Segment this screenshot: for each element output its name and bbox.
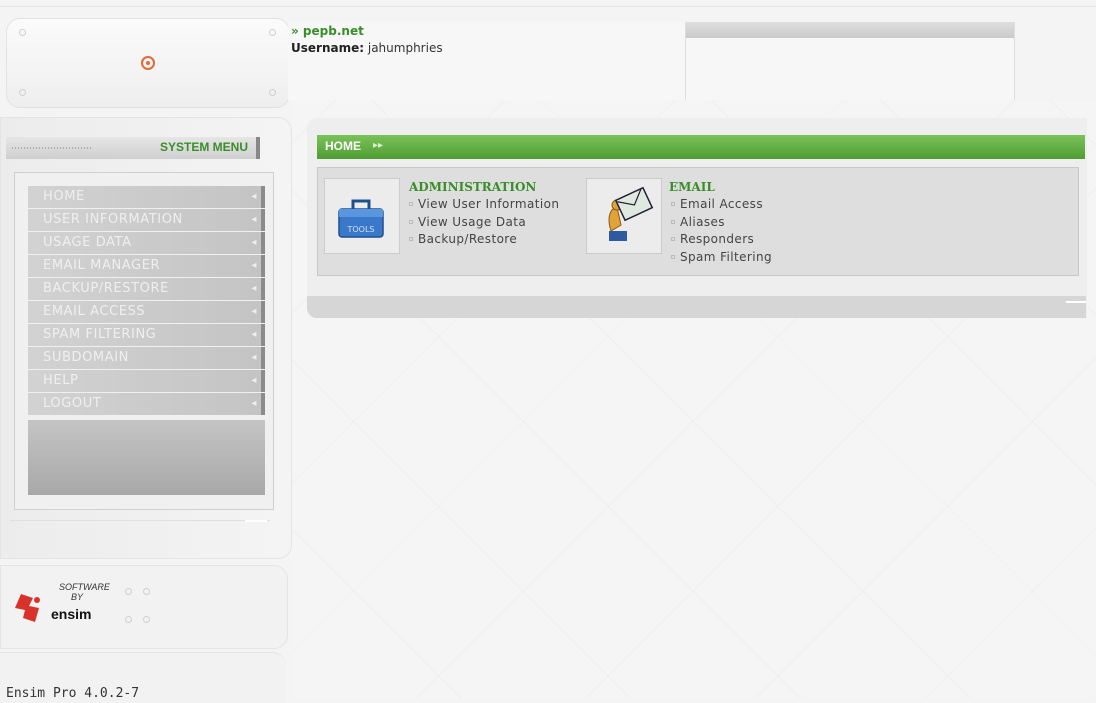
sidebar-item-logout[interactable]: LOGOUT: [28, 393, 265, 415]
svg-text:TOOLS: TOOLS: [346, 225, 374, 234]
main-footer-highlight: [1066, 301, 1086, 303]
account-header: » pepb.net Username: jahumphries: [288, 22, 686, 100]
top-divider: [0, 6, 1096, 7]
sidebar-item-email-access[interactable]: EMAIL ACCESS: [28, 301, 265, 323]
link-backup-restore[interactable]: Backup/Restore: [407, 231, 559, 249]
sidebar-item-backup-restore[interactable]: BACKUP/RESTORE: [28, 278, 265, 300]
email-tile[interactable]: [586, 178, 662, 254]
breadcrumb: HOME ▸▸: [317, 135, 1085, 159]
screw-icon: [143, 588, 150, 595]
site-name: » pepb.net: [291, 24, 364, 38]
breadcrumb-home[interactable]: HOME: [325, 139, 361, 153]
ensim-name: ensim: [51, 606, 92, 622]
header-right-panel: [686, 22, 1015, 100]
screw-icon: [125, 616, 132, 623]
administration-title[interactable]: ADMINISTRATION: [409, 180, 536, 194]
sidebar-item-spam-filtering[interactable]: SPAM FILTERING: [28, 324, 265, 346]
screw-icon: [19, 89, 26, 96]
link-view-usage-data[interactable]: View Usage Data: [407, 214, 559, 232]
username-label: Username:: [291, 41, 365, 55]
screw-icon: [269, 89, 276, 96]
administration-tile[interactable]: TOOLS: [324, 178, 400, 254]
ensim-logo[interactable]: SOFTWARE BY ensim: [11, 582, 121, 632]
link-responders[interactable]: Responders: [669, 231, 772, 249]
sidebar-item-help[interactable]: HELP: [28, 370, 265, 392]
administration-links: View User Information View Usage Data Ba…: [407, 196, 559, 249]
version-panel: Ensim Pro 4.0.2-7: [0, 652, 286, 703]
puzzle-icon: [15, 594, 40, 622]
email-links: Email Access Aliases Responders Spam Fil…: [669, 196, 772, 266]
username-line: Username: jahumphries: [291, 41, 443, 55]
sidebar-divider-highlight: [245, 520, 267, 522]
system-menu-title: SYSTEM MENU: [159, 140, 248, 154]
ensim-logo-icon[interactable]: [141, 56, 155, 70]
menu-filler: [28, 420, 265, 495]
version-text: Ensim Pro 4.0.2-7: [6, 686, 140, 701]
sidebar-divider: [10, 520, 270, 521]
username-value: jahumphries: [367, 41, 443, 55]
sidebar-item-user-information[interactable]: USER INFORMATION: [28, 209, 265, 231]
screw-icon: [19, 29, 26, 36]
sidebar-item-home[interactable]: HOME: [28, 186, 265, 208]
logo-panel: [6, 18, 290, 108]
software-label: SOFTWARE: [59, 582, 110, 592]
link-spam-filtering[interactable]: Spam Filtering: [669, 249, 772, 267]
header-dots: [12, 147, 92, 149]
branding-panel: SOFTWARE BY ensim: [0, 565, 288, 649]
breadcrumb-arrows: ▸▸: [373, 140, 384, 151]
system-menu: HOME USER INFORMATION USAGE DATA EMAIL M…: [28, 186, 265, 416]
toolbox-icon: TOOLS: [338, 199, 384, 238]
screw-icon: [125, 588, 132, 595]
sidebar-item-email-manager[interactable]: EMAIL MANAGER: [28, 255, 265, 277]
main-content-footer: [307, 296, 1086, 318]
email-title[interactable]: EMAIL: [669, 180, 715, 194]
link-view-user-information[interactable]: View User Information: [407, 196, 559, 214]
sidebar-item-subdomain[interactable]: SUBDOMAIN: [28, 347, 265, 369]
sidebar-item-usage-data[interactable]: USAGE DATA: [28, 232, 265, 254]
link-email-access[interactable]: Email Access: [669, 196, 772, 214]
link-aliases[interactable]: Aliases: [669, 214, 772, 232]
screw-icon: [143, 616, 150, 623]
system-menu-header: SYSTEM MENU: [6, 137, 260, 159]
by-label: BY: [71, 592, 84, 602]
screw-icon: [269, 29, 276, 36]
header-right-bar: [686, 22, 1014, 38]
mail-envelope-icon: [608, 186, 654, 241]
